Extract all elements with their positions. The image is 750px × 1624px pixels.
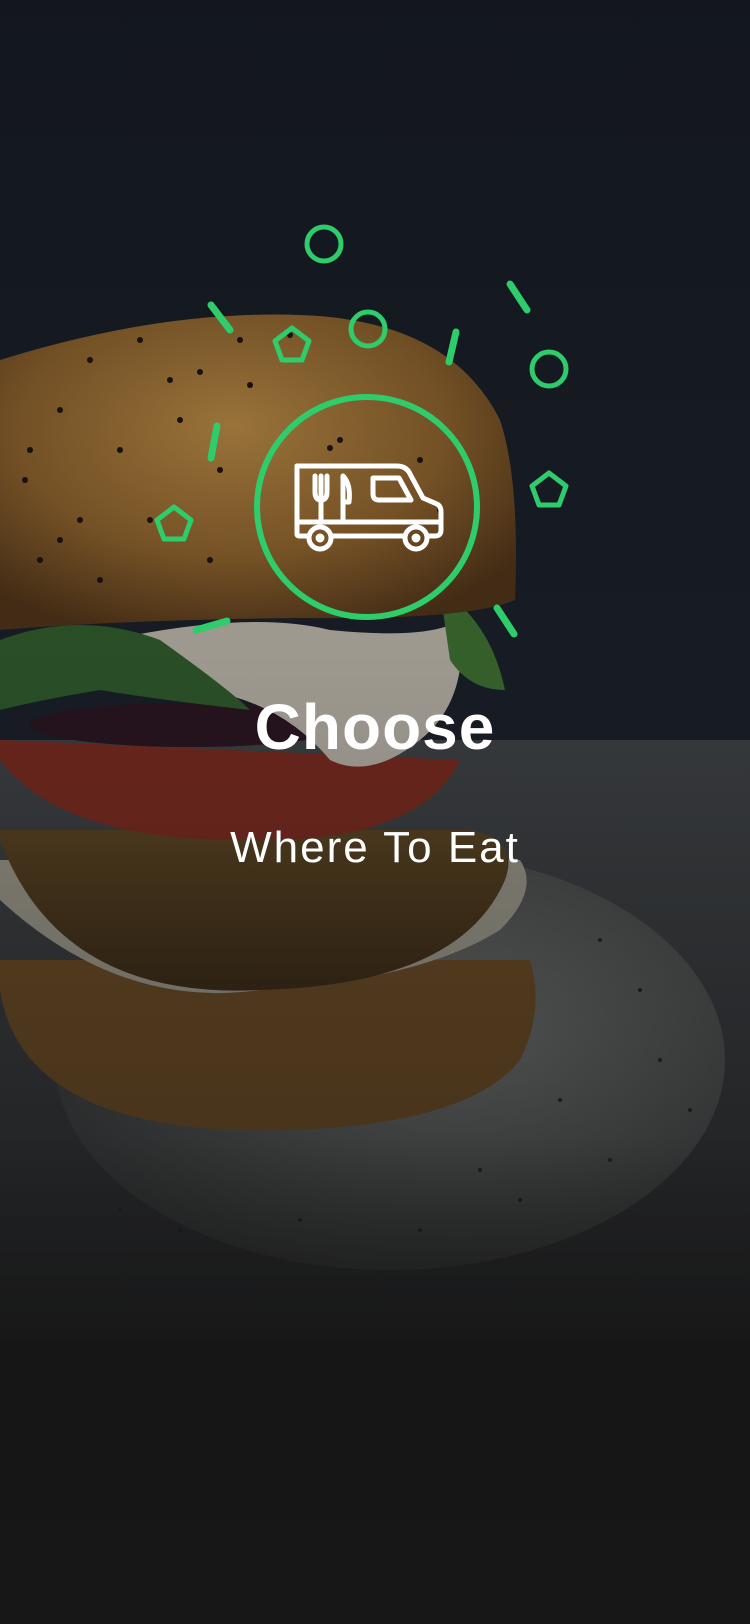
confetti-circle (304, 224, 344, 264)
confetti-decoration (154, 224, 569, 638)
page-subtitle: Where To Eat (230, 823, 520, 872)
confetti-dash (445, 328, 460, 366)
confetti-dash (207, 301, 234, 334)
confetti-dash (192, 617, 231, 634)
page-title: Choose (254, 691, 496, 763)
confetti-dash (506, 280, 531, 314)
confetti-pentagon (272, 325, 312, 363)
confetti-pentagon (529, 470, 569, 508)
confetti-pentagon (154, 504, 194, 542)
onboarding-screen: Choose Where To Eat (0, 0, 750, 1624)
food-truck-icon (294, 463, 444, 552)
confetti-circle (529, 349, 569, 389)
confetti-dash (207, 422, 221, 462)
confetti-dash (493, 604, 518, 638)
confetti-circle (348, 309, 388, 349)
